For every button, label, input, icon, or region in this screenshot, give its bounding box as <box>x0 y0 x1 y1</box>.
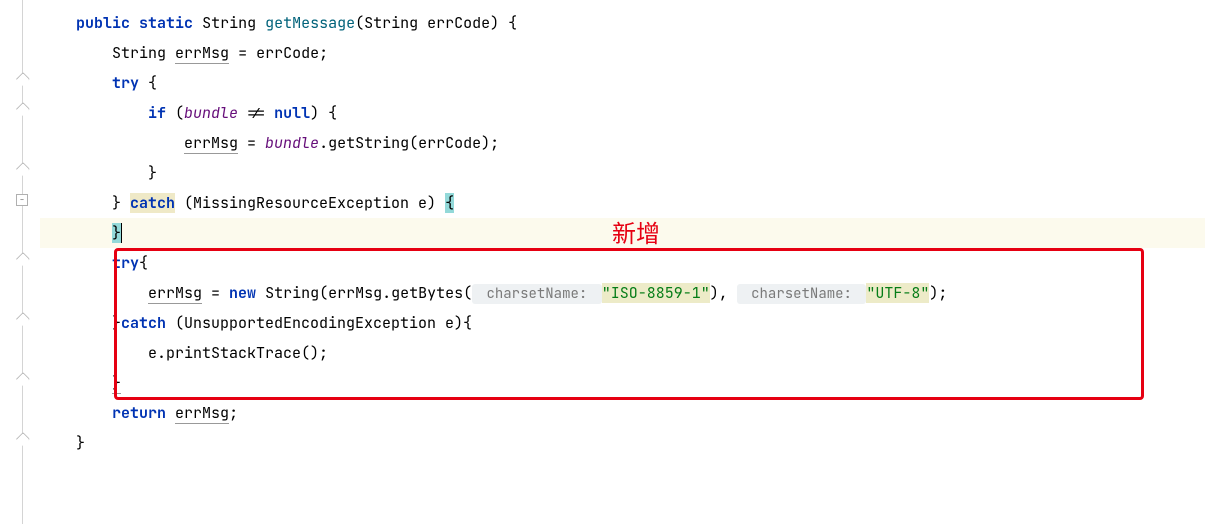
code-line[interactable]: }catch (UnsupportedEncodingException e){ <box>40 308 1205 338</box>
keyword-return: return <box>112 403 166 423</box>
code-line[interactable]: try { <box>40 68 1205 98</box>
code-text: (MissingResourceException e) <box>175 193 445 213</box>
code-text: != <box>238 103 274 123</box>
variable-errmsg: errMsg <box>175 403 229 424</box>
code-line[interactable]: } <box>40 428 1205 458</box>
code-text: } <box>112 373 121 394</box>
field-bundle: bundle <box>265 133 319 153</box>
keyword-try: try <box>112 73 139 93</box>
code-text: ; <box>229 403 238 423</box>
code-text: e.printStackTrace(); <box>148 343 328 363</box>
inlay-hint-charsetname: charsetName: <box>737 284 867 304</box>
code-line[interactable]: } <box>40 158 1205 188</box>
inlay-hint-charsetname: charsetName: <box>472 284 602 304</box>
code-text: } <box>76 433 85 453</box>
code-line[interactable]: errMsg = new String(errMsg.getBytes( cha… <box>40 278 1205 308</box>
fold-marker[interactable] <box>16 102 30 116</box>
code-line[interactable]: e.printStackTrace(); <box>40 338 1205 368</box>
code-line[interactable]: public static String getMessage(String e… <box>40 8 1205 38</box>
text-caret <box>121 223 122 243</box>
keyword-catch: catch <box>121 313 166 333</box>
code-text: ) { <box>310 103 337 123</box>
fold-marker[interactable] <box>16 72 30 86</box>
code-text <box>166 403 175 423</box>
code-text: = errCode; <box>229 43 328 63</box>
string-literal-utf8: "UTF-8" <box>866 283 929 303</box>
keyword-null: null <box>274 103 310 123</box>
code-line[interactable]: if (bundle != null) { <box>40 98 1205 128</box>
code-text: { <box>139 253 148 273</box>
field-bundle: bundle <box>184 103 238 123</box>
code-line[interactable]: String errMsg = errCode; <box>40 38 1205 68</box>
keyword-try: try <box>112 253 139 273</box>
fold-marker[interactable] <box>16 162 30 176</box>
code-line[interactable]: errMsg = bundle.getString(errCode); <box>40 128 1205 158</box>
keyword-public: public <box>76 13 130 33</box>
code-text: } <box>148 163 157 183</box>
variable-errmsg: errMsg <box>148 283 202 304</box>
code-line[interactable]: try{ <box>40 248 1205 278</box>
fold-collapse-icon[interactable]: − <box>16 194 28 206</box>
code-line[interactable]: return errMsg; <box>40 398 1205 428</box>
type-string: String <box>112 43 166 63</box>
code-text: (UnsupportedEncodingException e){ <box>166 313 472 333</box>
code-line[interactable]: } <box>40 368 1205 398</box>
annotation-label-new: 新增 <box>612 214 660 249</box>
method-name: getMessage <box>265 13 355 33</box>
code-text: String(errMsg.getBytes( <box>256 283 472 303</box>
keyword-if: if <box>148 103 166 123</box>
editor-gutter[interactable]: − <box>0 0 40 524</box>
param-type: String <box>364 13 418 33</box>
string-literal-iso: "ISO-8859-1" <box>602 283 710 303</box>
matched-brace: { <box>445 193 454 213</box>
code-text: ( <box>166 103 184 123</box>
keyword-catch: catch <box>130 193 175 213</box>
variable-errmsg: errMsg <box>175 43 229 64</box>
fold-marker[interactable] <box>16 372 30 386</box>
code-text: = <box>238 133 265 153</box>
code-text: { <box>139 73 157 93</box>
code-text: ) { <box>490 13 517 33</box>
code-text: .getString(errCode); <box>319 133 499 153</box>
code-text: } <box>112 313 121 333</box>
keyword-new: new <box>229 283 256 303</box>
keyword-static: static <box>139 13 193 33</box>
fold-marker[interactable] <box>16 252 30 266</box>
code-text: ), <box>710 283 728 303</box>
fold-marker[interactable] <box>16 312 30 326</box>
fold-marker[interactable] <box>16 432 30 446</box>
type-string: String <box>202 13 256 33</box>
param-name: errCode <box>427 13 490 33</box>
code-text: } <box>112 193 130 213</box>
code-text: ); <box>929 283 947 303</box>
variable-errmsg: errMsg <box>184 133 238 154</box>
matched-brace: } <box>112 223 121 243</box>
code-text: = <box>202 283 229 303</box>
